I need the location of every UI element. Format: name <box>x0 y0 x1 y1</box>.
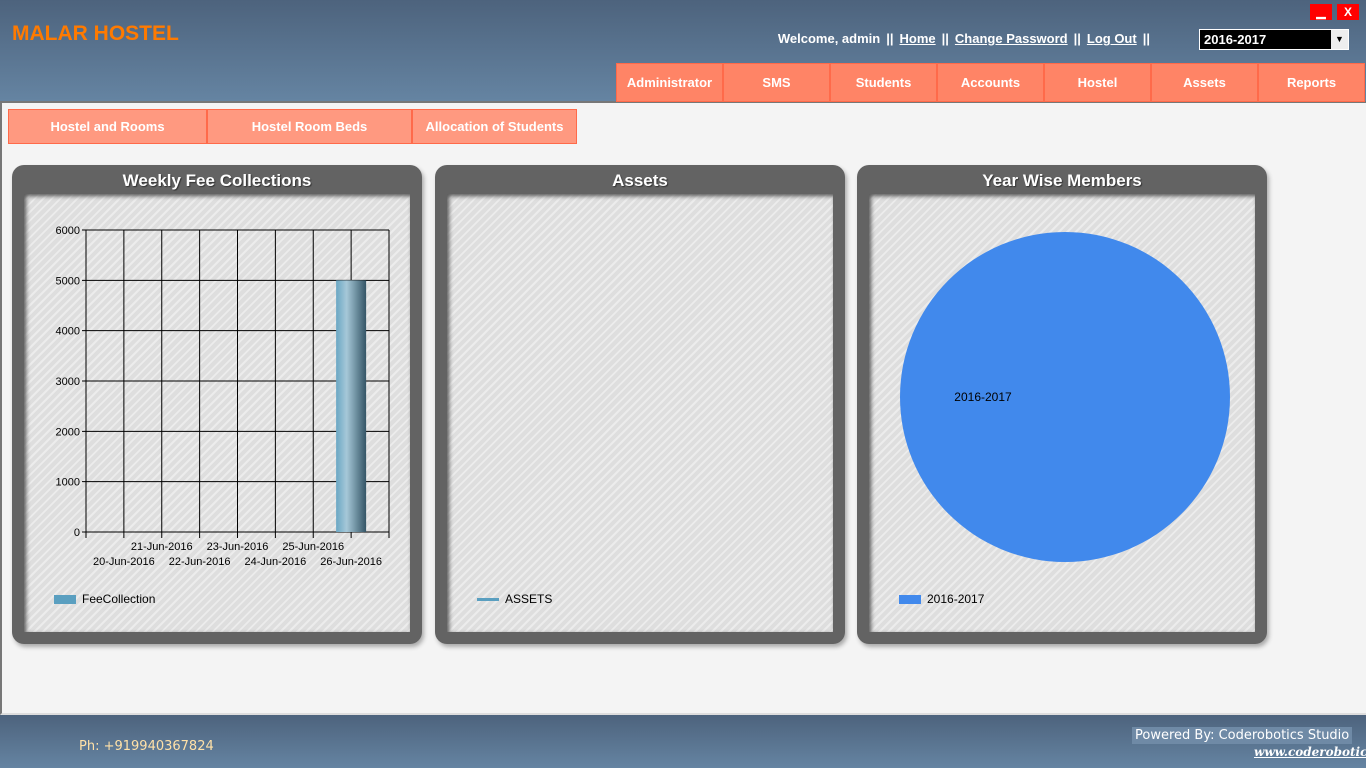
x-tick-label: 25-Jun-2016 <box>282 541 344 553</box>
pie-slice <box>900 232 1230 562</box>
y-tick-label: 6000 <box>56 225 80 237</box>
y-tick-label: 0 <box>74 527 80 539</box>
separator: || <box>886 31 894 46</box>
subnav-allocation[interactable]: Allocation of Students <box>412 109 577 144</box>
year-pie-chart: 2016-2017 <box>900 232 1230 562</box>
nav-students[interactable]: Students <box>830 63 937 102</box>
nav-reports[interactable]: Reports <box>1258 63 1365 102</box>
separator: || <box>1142 31 1150 46</box>
nav-hostel[interactable]: Hostel <box>1044 63 1151 102</box>
year-select[interactable]: 2016-2017 ▼ <box>1199 29 1349 50</box>
x-tick-label: 26-Jun-2016 <box>320 556 382 568</box>
powered-by: Powered By: Coderobotics Studio <box>1132 727 1353 744</box>
nav-administrator[interactable]: Administrator <box>616 63 723 102</box>
panel-title: Year Wise Members <box>982 171 1142 190</box>
minimize-button[interactable]: ▁ <box>1310 4 1332 20</box>
year-chart-area: 2016-2017 2016-2017 <box>869 194 1255 632</box>
sub-nav: Hostel and Rooms Hostel Room Beds Alloca… <box>8 109 577 144</box>
weekly-fee-panel: Weekly Fee Collections 0 1000 2000 3000 4000… <box>12 165 422 644</box>
logout-link[interactable]: Log Out <box>1087 31 1137 46</box>
change-password-link[interactable]: Change Password <box>955 31 1068 46</box>
subnav-hostel-rooms[interactable]: Hostel and Rooms <box>8 109 207 144</box>
main-nav: Administrator SMS Students Accounts Host… <box>616 63 1365 102</box>
y-tick-label: 2000 <box>56 426 80 438</box>
nav-accounts[interactable]: Accounts <box>937 63 1044 102</box>
assets-legend: ASSETS <box>477 592 552 606</box>
x-tick-label: 20-Jun-2016 <box>93 556 155 568</box>
x-tick-label: 24-Jun-2016 <box>244 556 306 568</box>
assets-chart-area: ASSETS <box>447 194 833 632</box>
legend-label: 2016-2017 <box>927 592 985 606</box>
x-tick-label: 23-Jun-2016 <box>207 541 269 553</box>
chevron-down-icon[interactable]: ▼ <box>1331 30 1348 49</box>
nav-sms[interactable]: SMS <box>723 63 830 102</box>
user-bar: Welcome, admin || Home || Change Password || L… <box>778 31 1156 46</box>
y-tick-label: 4000 <box>56 326 80 338</box>
year-members-panel: Year Wise Members 2016-2017 2016-2017 <box>857 165 1267 644</box>
legend-swatch <box>54 594 76 604</box>
close-button[interactable]: X <box>1337 4 1359 20</box>
x-tick-label: 22-Jun-2016 <box>169 556 231 568</box>
y-tick-label: 5000 <box>56 275 80 287</box>
separator: || <box>941 31 949 46</box>
legend-label: ASSETS <box>505 592 553 606</box>
legend-label: FeeCollection <box>82 592 156 606</box>
x-tick-label: 21-Jun-2016 <box>131 541 193 553</box>
subnav-room-beds[interactable]: Hostel Room Beds <box>207 109 412 144</box>
welcome-text: Welcome, admin <box>777 31 881 46</box>
fee-chart-area: 0 1000 2000 3000 4000 5000 6000 20-Jun-2016 21-J… <box>24 194 410 632</box>
legend-swatch <box>477 597 499 601</box>
website-link[interactable]: www.coderobotics <box>1254 745 1366 759</box>
nav-assets[interactable]: Assets <box>1151 63 1258 102</box>
bar <box>336 280 367 532</box>
assets-panel: Assets ASSETS <box>435 165 845 644</box>
y-tick-label: 3000 <box>56 376 80 388</box>
panel-title: Weekly Fee Collections <box>122 171 312 190</box>
header: MALAR HOSTEL ▁ X Welcome, admin || Home || C… <box>0 0 1366 103</box>
panel-title: Assets <box>612 171 668 190</box>
legend-swatch <box>899 594 921 604</box>
home-link[interactable]: Home <box>900 31 936 46</box>
phone-number: Ph: +919940367824 <box>79 739 214 754</box>
year-legend: 2016-2017 <box>899 592 984 606</box>
app-title: MALAR HOSTEL <box>12 22 179 45</box>
separator: || <box>1073 31 1081 46</box>
year-value: 2016-2017 <box>1204 32 1267 47</box>
footer: Ph: +919940367824 Powered By: Coderoboti… <box>0 715 1366 768</box>
fee-legend: FeeCollection <box>54 592 155 606</box>
pie-label: 2016-2017 <box>954 390 1012 404</box>
fee-bar-chart: 0 1000 2000 3000 4000 5000 6000 20-Jun-2016 21-J… <box>56 225 390 568</box>
y-tick-label: 1000 <box>56 477 80 489</box>
